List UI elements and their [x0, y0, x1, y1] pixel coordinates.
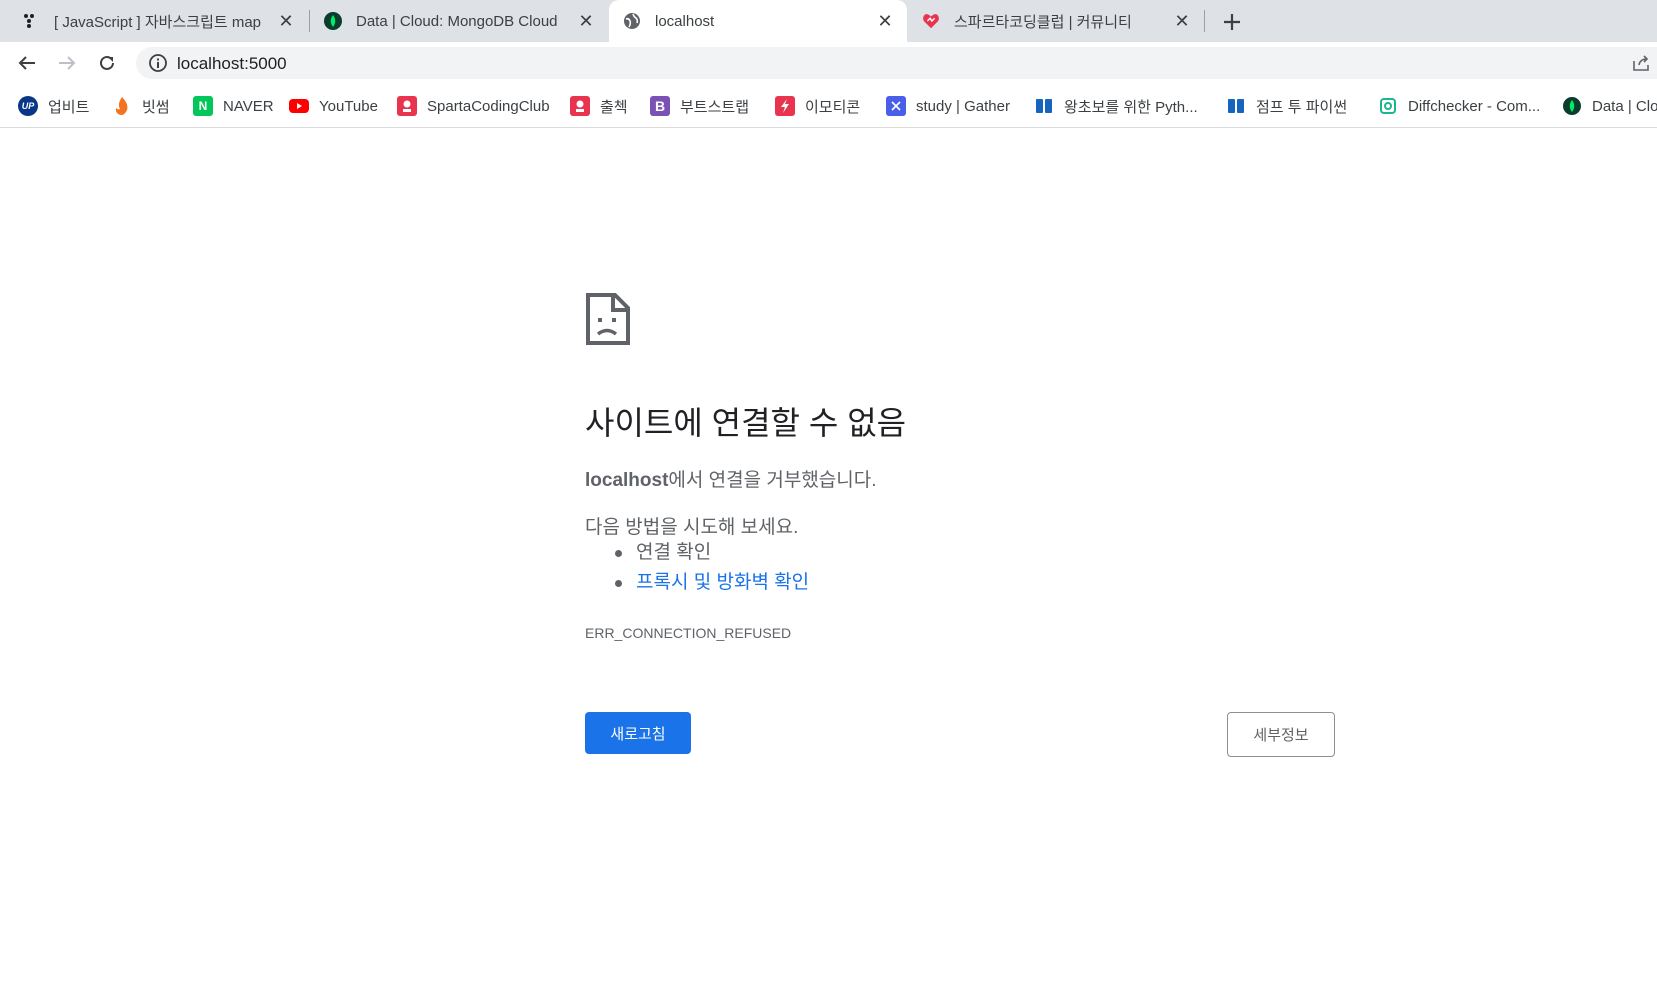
tab-localhost[interactable]: localhost ✕	[609, 0, 907, 42]
suggestions-heading: 다음 방법을 시도해 보세요.	[585, 517, 799, 538]
bookmark-label: study | Gather	[916, 97, 1010, 115]
bookmark-label: 왕초보를 위한 Pyth...	[1064, 98, 1198, 116]
reload-button[interactable]	[95, 51, 119, 75]
bookmark-bithumb[interactable]: 빗썸	[112, 95, 170, 117]
tab-separator	[1204, 10, 1205, 32]
error-description: localhost에서 연결을 거부했습니다.	[585, 465, 877, 492]
back-button[interactable]	[15, 51, 39, 75]
bookmark-attendance[interactable]: 출첵	[570, 95, 628, 117]
arrow-left-icon	[18, 56, 35, 70]
error-code: ERR_CONNECTION_REFUSED	[585, 625, 792, 641]
bookmark-label: YouTube	[319, 97, 378, 115]
error-title: 사이트에 연결할 수 없음	[585, 405, 907, 441]
gather-icon	[886, 96, 906, 116]
tab-title: 스파르타코딩클럽 | 커뮤니티	[954, 13, 1132, 31]
upbit-icon: UP	[18, 96, 38, 116]
share-icon[interactable]	[1631, 53, 1651, 73]
bootstrap-icon: B	[650, 96, 670, 116]
tab-title: localhost	[655, 12, 715, 30]
tab-title: Data | Cloud: MongoDB Cloud	[356, 12, 558, 30]
bookmark-label: 이모티콘	[805, 98, 861, 116]
tab-strip: [ JavaScript ] 자바스크립트 map ✕ Data | Cloud…	[0, 0, 1657, 42]
youtube-icon	[289, 96, 309, 116]
bookmark-jump-to-python[interactable]: 점프 투 파이썬	[1226, 95, 1347, 117]
bookmark-gather[interactable]: study | Gather	[886, 95, 1010, 117]
suggestion-check-connection: 연결 확인	[585, 542, 809, 572]
bookmark-diffchecker[interactable]: Diffchecker - Com...	[1378, 95, 1540, 117]
sparta-icon	[922, 12, 940, 30]
bookmark-emoticon[interactable]: 이모티콘	[775, 95, 860, 117]
toolbar: localhost:5000	[0, 42, 1657, 84]
bookmark-label: 점프 투 파이썬	[1256, 98, 1348, 116]
wikidocs-icon	[1034, 96, 1054, 116]
bookmarks-bar: UP 업비트 빗썸 N NAVER YouTube SpartaCodingCl…	[0, 84, 1657, 128]
sparta-icon	[570, 96, 590, 116]
bookmark-label: SpartaCodingClub	[427, 97, 550, 115]
new-tab-button[interactable]	[1218, 8, 1246, 36]
info-icon[interactable]	[148, 53, 168, 73]
reload-page-button[interactable]: 새로고침	[585, 712, 691, 754]
forward-button[interactable]	[55, 51, 79, 75]
close-icon[interactable]: ✕	[576, 11, 596, 31]
error-message: 에서 연결을 거부했습니다.	[668, 470, 877, 491]
bookmark-label: 빗썸	[142, 98, 170, 116]
globe-icon	[623, 12, 641, 30]
bookmark-label: NAVER	[223, 97, 274, 115]
error-host: localhost	[585, 470, 669, 491]
mongodb-leaf-icon	[324, 12, 342, 30]
sad-document-icon	[585, 292, 631, 346]
suggestions-list: 연결 확인 프록시 및 방화벽 확인	[585, 542, 809, 602]
bookmark-python-beginner[interactable]: 왕초보를 위한 Pyth...	[1034, 95, 1198, 117]
bookmark-mongodb[interactable]: Data | Clo	[1562, 95, 1657, 117]
bookmark-youtube[interactable]: YouTube	[289, 95, 378, 117]
bithumb-icon	[112, 96, 132, 116]
tab-javascript-map[interactable]: [ JavaScript ] 자바스크립트 map ✕	[8, 0, 308, 42]
address-bar[interactable]: localhost:5000	[136, 47, 1657, 79]
reload-icon	[100, 55, 114, 70]
tab-mongodb[interactable]: Data | Cloud: MongoDB Cloud ✕	[310, 0, 608, 42]
tab-title: [ JavaScript ] 자바스크립트 map	[54, 13, 262, 31]
bookmark-naver[interactable]: N NAVER	[193, 95, 274, 117]
plus-icon	[1224, 14, 1240, 30]
wikidocs-icon	[1226, 96, 1246, 116]
arrow-right-icon	[59, 56, 76, 70]
emoticon-icon	[775, 96, 795, 116]
url-text[interactable]: localhost:5000	[177, 54, 287, 74]
bookmark-upbit[interactable]: UP 업비트	[18, 95, 89, 117]
bookmark-spartacodingclub[interactable]: SpartaCodingClub	[397, 95, 550, 117]
close-icon[interactable]: ✕	[1172, 11, 1192, 31]
suggestion-check-proxy-firewall[interactable]: 프록시 및 방화벽 확인	[585, 572, 809, 602]
bookmark-label: 출첵	[600, 98, 628, 116]
details-button[interactable]: 세부정보	[1227, 712, 1335, 757]
tab-sparta-community[interactable]: 스파르타코딩클럽 | 커뮤니티 ✕	[908, 0, 1204, 42]
diffchecker-icon	[1378, 96, 1398, 116]
bookmark-bootstrap[interactable]: B 부트스트랩	[650, 95, 749, 117]
sparta-icon	[397, 96, 417, 116]
bookmark-label: Data | Clo	[1592, 97, 1657, 115]
close-icon[interactable]: ✕	[276, 11, 296, 31]
naver-icon: N	[193, 96, 213, 116]
bookmark-label: 업비트	[48, 98, 90, 116]
bookmark-label: 부트스트랩	[680, 98, 750, 116]
mongodb-leaf-icon	[1562, 96, 1582, 116]
velog-dots-icon	[22, 12, 40, 30]
close-icon[interactable]: ✕	[875, 11, 895, 31]
bookmark-label: Diffchecker - Com...	[1408, 97, 1541, 115]
